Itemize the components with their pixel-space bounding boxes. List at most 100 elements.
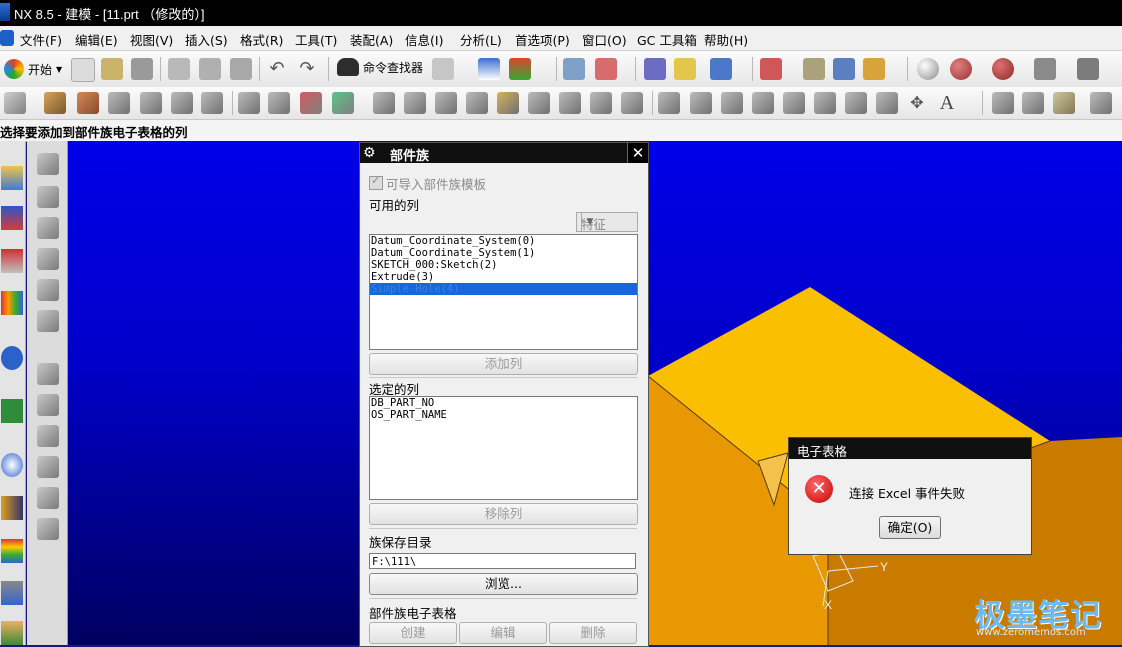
menu-analysis[interactable]: 分析(L): [460, 30, 502, 49]
palette-cylinder-icon[interactable]: [37, 186, 59, 208]
history-icon[interactable]: [1, 399, 23, 423]
text-icon[interactable]: A: [936, 92, 958, 114]
column-type-select[interactable]: 特征 ▼: [576, 212, 638, 232]
palette-cone-icon[interactable]: [37, 217, 59, 239]
process-studio-icon[interactable]: [1, 539, 23, 563]
background-icon[interactable]: [1077, 58, 1099, 80]
sphere-icon[interactable]: [201, 92, 223, 114]
angle-icon[interactable]: [863, 58, 885, 80]
helix-icon[interactable]: [1022, 92, 1044, 114]
rib-icon[interactable]: [497, 92, 519, 114]
add-column-button[interactable]: 添加列: [369, 353, 638, 375]
shaded-sphere-icon[interactable]: [917, 58, 939, 80]
cylinder-icon[interactable]: [140, 92, 162, 114]
assembly-navigator-icon[interactable]: [1, 166, 23, 190]
menu-file[interactable]: 文件(F): [20, 30, 62, 49]
table-icon[interactable]: [563, 58, 585, 80]
datum-plane-icon[interactable]: [332, 92, 354, 114]
edge-style-icon[interactable]: [992, 58, 1014, 80]
clock-icon[interactable]: [1, 453, 23, 477]
paste-icon[interactable]: [230, 58, 252, 80]
part-navigator-icon[interactable]: [1, 249, 23, 273]
save-directory-field[interactable]: F:\111\: [369, 553, 636, 569]
help-pointer-icon[interactable]: [674, 58, 696, 80]
copy-icon[interactable]: [199, 58, 221, 80]
import-template-checkbox[interactable]: ✓: [369, 174, 383, 190]
palette-through-curves-icon[interactable]: [37, 456, 59, 478]
command-finder-button[interactable]: 命令查找器: [337, 58, 423, 76]
remove-column-button[interactable]: 移除列: [369, 503, 638, 525]
slot-icon[interactable]: [435, 92, 457, 114]
list-item[interactable]: Extrude(3): [370, 271, 637, 283]
roles-icon[interactable]: [1, 581, 23, 605]
delete-button[interactable]: 删除: [549, 622, 637, 644]
face-blend-icon[interactable]: [721, 92, 743, 114]
split-body-icon[interactable]: [783, 92, 805, 114]
palette-ruled-icon[interactable]: [37, 425, 59, 447]
list-item[interactable]: DB_PART_NO: [370, 397, 637, 409]
draft-icon[interactable]: [590, 92, 612, 114]
cone-icon[interactable]: [171, 92, 193, 114]
chosen-columns-list[interactable]: DB_PART_NO OS_PART_NAME: [369, 396, 638, 500]
play-icon[interactable]: [710, 58, 732, 80]
menu-help[interactable]: 帮助(H): [704, 30, 748, 49]
pattern-icon[interactable]: [845, 92, 867, 114]
list-item[interactable]: Datum_Coordinate_System(1): [370, 247, 637, 259]
palette-tube-icon[interactable]: [37, 518, 59, 540]
menu-information[interactable]: 信息(I): [405, 30, 443, 49]
create-button[interactable]: 创建: [369, 622, 457, 644]
thread-icon[interactable]: [528, 92, 550, 114]
cut-icon[interactable]: [168, 58, 190, 80]
list-item[interactable]: OS_PART_NAME: [370, 409, 637, 421]
open-folder-icon[interactable]: [101, 58, 123, 80]
redo-icon[interactable]: ↷: [296, 58, 318, 80]
save-icon[interactable]: [131, 58, 153, 80]
menu-preferences[interactable]: 首选项(P): [515, 30, 570, 49]
snap-icon[interactable]: [760, 58, 782, 80]
edge-blend-icon[interactable]: [658, 92, 680, 114]
measure-icon[interactable]: [644, 58, 666, 80]
datum-csys-icon[interactable]: [300, 92, 322, 114]
dimension-icon[interactable]: [833, 58, 855, 80]
palette-pocket-icon[interactable]: [37, 310, 59, 332]
palette-block-icon[interactable]: [37, 153, 59, 175]
trim-body-icon[interactable]: [752, 92, 774, 114]
user-icon[interactable]: [1, 621, 23, 645]
view-orientation-icon[interactable]: [1034, 58, 1056, 80]
pocket-icon[interactable]: [404, 92, 426, 114]
palette-swept-icon[interactable]: [37, 487, 59, 509]
wcs-icon[interactable]: [595, 58, 617, 80]
datum-icon[interactable]: [803, 58, 825, 80]
hole-icon[interactable]: [238, 92, 260, 114]
render-style-icon[interactable]: [950, 58, 972, 80]
reuse-library-icon[interactable]: [1, 291, 23, 315]
app-menu-icon[interactable]: [0, 30, 14, 46]
new-file-icon[interactable]: [71, 58, 95, 82]
browse-button[interactable]: 浏览...: [369, 573, 638, 595]
menu-gc-toolkit[interactable]: GC 工具箱: [637, 30, 697, 49]
palette-sweep-icon[interactable]: [37, 394, 59, 416]
menu-edit[interactable]: 编辑(E): [75, 30, 118, 49]
list-item-selected[interactable]: Simple Hole(4): [370, 283, 637, 295]
pad-icon[interactable]: [373, 92, 395, 114]
block-icon[interactable]: [108, 92, 130, 114]
selection-icon[interactable]: [432, 58, 454, 80]
menu-view[interactable]: 视图(V): [130, 30, 173, 49]
start-button[interactable]: 开始 ▼: [4, 58, 62, 80]
boss-icon[interactable]: [268, 92, 290, 114]
groove-icon[interactable]: [466, 92, 488, 114]
menu-format[interactable]: 格式(R): [240, 30, 283, 49]
palette-sphere-icon[interactable]: [37, 248, 59, 270]
unite-icon[interactable]: [876, 92, 898, 114]
list-item[interactable]: SKETCH_000:Sketch(2): [370, 259, 637, 271]
list-item[interactable]: Datum_Coordinate_System(0): [370, 235, 637, 247]
undo-icon[interactable]: ↶: [266, 58, 288, 80]
menu-window[interactable]: 窗口(O): [582, 30, 627, 49]
move-object-icon[interactable]: ✥: [906, 92, 928, 114]
mirror-icon[interactable]: [814, 92, 836, 114]
close-icon[interactable]: ✕: [627, 143, 648, 163]
layer-icon[interactable]: [509, 58, 531, 80]
shell-icon[interactable]: [559, 92, 581, 114]
edit-button[interactable]: 编辑: [459, 622, 547, 644]
revolve-icon[interactable]: [77, 92, 99, 114]
